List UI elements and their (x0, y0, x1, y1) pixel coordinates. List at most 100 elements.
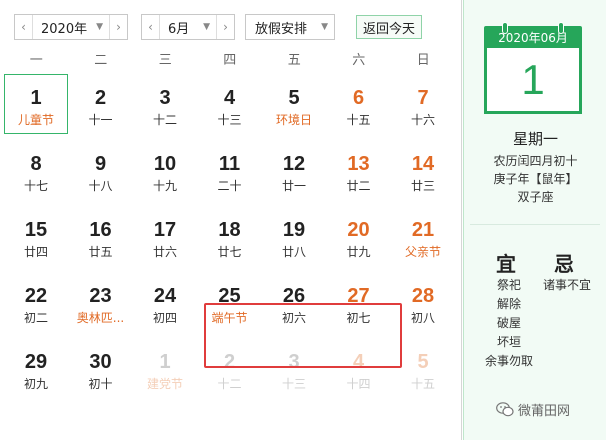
watermark: 微莆田网 (496, 400, 570, 419)
lunar-day-label: 廿六 (152, 245, 177, 259)
weekday-label: 四 (223, 53, 237, 68)
day-cell[interactable]: 18 廿七 (198, 206, 262, 266)
lunar-day-label: 十三 (217, 113, 242, 127)
weekday-label: 五 (287, 53, 301, 68)
day-cell[interactable]: 22 初二 (4, 272, 68, 332)
ji-title: 忌 (554, 252, 574, 276)
year-value: 2020年 (41, 21, 88, 37)
day-cell[interactable]: 20 廿九 (327, 206, 391, 266)
day-cell[interactable]: 5 环境日 (262, 74, 326, 134)
day-number: 9 (94, 153, 107, 175)
lunar-day-label: 十六 (410, 113, 435, 127)
prev-month-arrow-icon[interactable]: ‹ (142, 15, 160, 39)
day-cell[interactable]: 8 十七 (4, 140, 68, 200)
back-to-today-button[interactable]: 返回今天 (356, 15, 422, 39)
day-cell[interactable]: 17 廿六 (133, 206, 197, 266)
watermark-text: 微莆田网 (518, 404, 571, 419)
prev-year-arrow-icon[interactable]: ‹ (15, 15, 33, 39)
year-selector[interactable]: ‹ 2020年 ▼ › (14, 14, 128, 40)
month-value: 6月 (168, 21, 190, 37)
yi-title: 宜 (496, 252, 516, 276)
lunar-day-label: 廿四 (23, 245, 48, 259)
weekday-label: 一 (29, 53, 43, 68)
ji-item: 诸事不宜 (542, 278, 591, 292)
holiday-schedule-dropdown[interactable]: 放假安排 ▼ (245, 14, 335, 40)
lunar-day-label: 廿八 (281, 245, 306, 259)
yi-item: 破屋 (496, 316, 521, 330)
lunar-day-label: 十四 (346, 377, 371, 391)
weekday-label: 二 (94, 53, 108, 68)
calendar-icon-header: 2020年06月 (484, 26, 582, 48)
ring-icon (502, 22, 508, 34)
day-cell[interactable]: 10 十九 (133, 140, 197, 200)
day-cell[interactable]: 23 奥林匹... (69, 272, 133, 332)
day-number: 10 (153, 153, 177, 175)
lunar-day-label: 廿九 (346, 245, 371, 259)
dragon-boat-holiday-highlight (204, 303, 402, 368)
wechat-icon (496, 402, 514, 417)
day-number: 7 (417, 87, 429, 109)
chevron-down-icon: ▼ (203, 22, 210, 32)
day-number: 6 (352, 87, 365, 109)
day-number: 17 (153, 219, 177, 241)
day-cell[interactable]: 11 二十 (198, 140, 262, 200)
weekday-header: 一二三四五六日 (4, 50, 456, 72)
day-cell[interactable]: 12 廿一 (262, 140, 326, 200)
year-dropdown[interactable]: 2020年 ▼ (33, 18, 109, 37)
day-number: 5 (288, 87, 300, 109)
weekday-label: 六 (352, 53, 366, 68)
day-cell[interactable]: 21 父亲节 (391, 206, 455, 266)
month-dropdown[interactable]: 6月 ▼ (160, 18, 216, 37)
day-cell[interactable]: 19 廿八 (262, 206, 326, 266)
holiday-schedule-label: 放假安排 (255, 21, 308, 37)
day-detail-panel: 2020年06月 1 星期一 农历闰四月初十 庚子年【鼠年】 双子座 宜 忌 祭… (463, 0, 606, 440)
day-number: 24 (153, 285, 177, 307)
day-cell[interactable]: 3 十二 (133, 74, 197, 134)
day-cell[interactable]: 30 初十 (69, 338, 133, 398)
lunar-day-label: 十五 (346, 113, 371, 127)
day-number: 15 (24, 219, 48, 241)
day-cell[interactable]: 24 初四 (133, 272, 197, 332)
day-number: 21 (411, 219, 435, 241)
festival-label: 儿童节 (17, 113, 54, 127)
day-cell[interactable]: 29 初九 (4, 338, 68, 398)
festival-label: 建党节 (146, 377, 183, 391)
day-number: 18 (218, 219, 241, 241)
day-cell[interactable]: 4 十三 (198, 74, 262, 134)
day-number: 20 (347, 219, 370, 241)
ji-list: 诸事不宜 (536, 276, 598, 295)
selected-weekday: 星期一 (512, 130, 558, 148)
lunar-day-label: 十八 (88, 179, 113, 193)
day-cell[interactable]: 15 廿四 (4, 206, 68, 266)
day-number: 4 (223, 87, 236, 109)
day-number: 11 (218, 153, 241, 175)
day-cell[interactable]: 14 廿三 (391, 140, 455, 200)
lunar-day-label: 十二 (152, 113, 177, 127)
next-month-arrow-icon[interactable]: › (216, 15, 234, 39)
day-number: 1 (159, 351, 171, 373)
lunar-day-label: 十二 (217, 377, 242, 391)
day-number: 12 (282, 153, 306, 175)
day-number: 22 (24, 285, 48, 307)
lunar-day-label: 初九 (23, 377, 48, 391)
day-number: 8 (30, 153, 42, 175)
lunar-day-label: 廿七 (217, 245, 242, 259)
day-cell-today[interactable]: 1 儿童节 (4, 74, 68, 134)
month-selector[interactable]: ‹ 6月 ▼ › (141, 14, 235, 40)
festival-label: 环境日 (275, 113, 312, 127)
divider (470, 224, 600, 225)
next-year-arrow-icon[interactable]: › (109, 15, 127, 39)
weekday-label: 三 (158, 53, 172, 68)
day-cell[interactable]: 16 廿五 (69, 206, 133, 266)
day-cell[interactable]: 13 廿二 (327, 140, 391, 200)
day-cell[interactable]: 9 十八 (69, 140, 133, 200)
day-cell[interactable]: 6 十五 (327, 74, 391, 134)
lunar-day-label: 初十 (88, 377, 113, 391)
lunar-day-label: 廿二 (346, 179, 371, 193)
day-cell[interactable]: 1 建党节 (133, 338, 197, 398)
lunar-day-label: 初二 (23, 311, 48, 325)
day-cell[interactable]: 7 十六 (391, 74, 455, 134)
day-cell[interactable]: 2 十一 (69, 74, 133, 134)
yi-item: 余事勿取 (484, 354, 533, 368)
day-number: 1 (30, 87, 42, 109)
